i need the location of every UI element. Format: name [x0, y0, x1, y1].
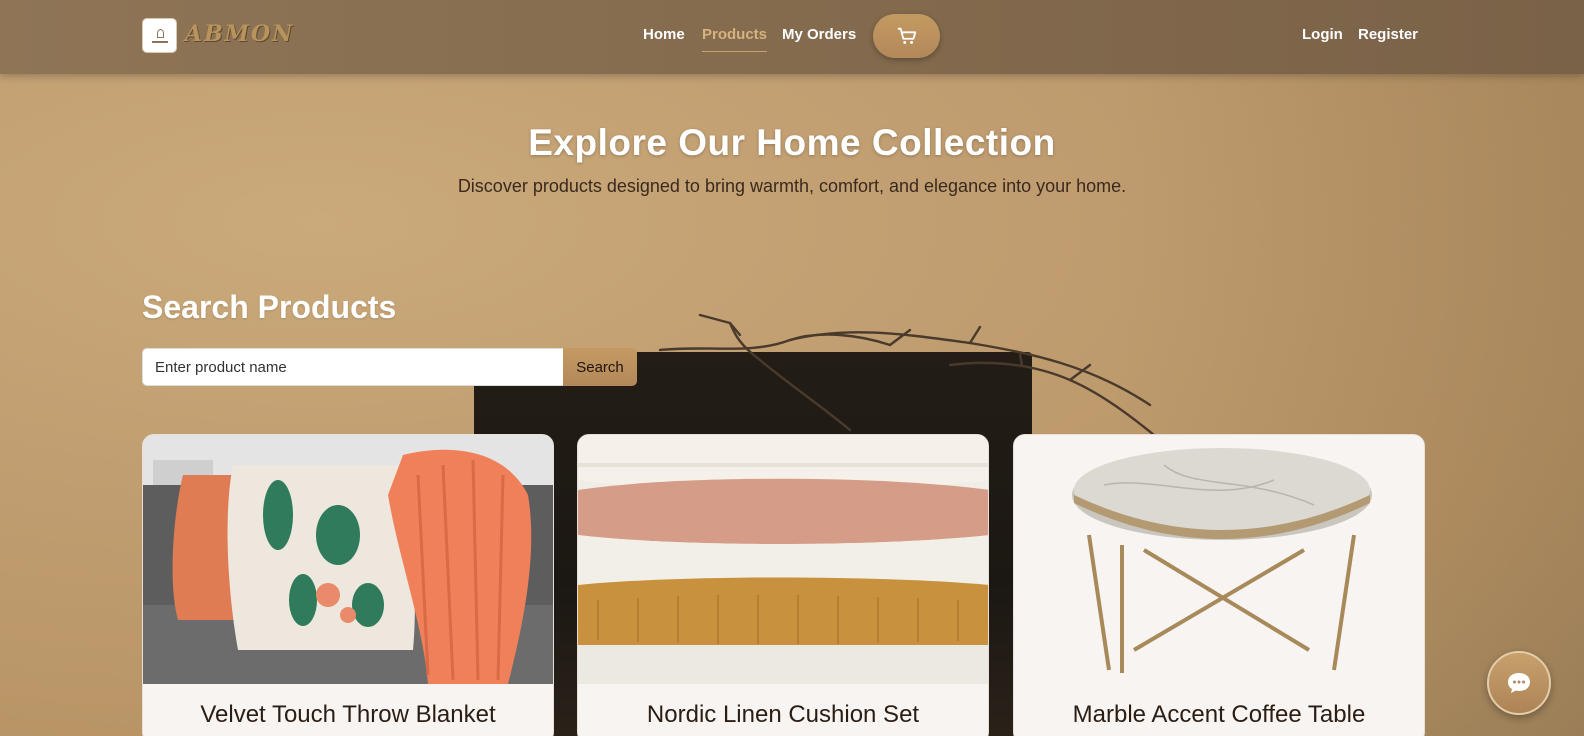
product-card-velvet-throw[interactable]: Velvet Touch Throw Blanket — [142, 434, 554, 736]
search-title: Search Products — [142, 289, 397, 325]
product-title[interactable]: Velvet Touch Throw Blanket — [143, 701, 553, 729]
product-card-marble-table[interactable]: Marble Accent Coffee Table — [1013, 434, 1425, 736]
search-input[interactable] — [142, 348, 564, 386]
product-card-nordic-linen[interactable]: Nordic Linen Cushion Set — [577, 434, 989, 736]
brand-name[interactable]: ABMON — [185, 21, 294, 47]
nav-my-orders[interactable]: My Orders — [782, 26, 856, 43]
product-image-linen-cushions[interactable] — [578, 435, 988, 684]
top-navbar: ABMON Home Products My Orders Login Regi… — [0, 0, 1584, 74]
product-title[interactable]: Nordic Linen Cushion Set — [578, 701, 988, 729]
search-button[interactable]: Search — [563, 348, 637, 386]
cart-button[interactable] — [873, 14, 940, 58]
background-branch — [658, 313, 1162, 442]
nav-home[interactable]: Home — [643, 26, 685, 43]
product-image-throw-blanket[interactable] — [143, 435, 553, 684]
chat-bubble-icon — [1508, 673, 1530, 693]
product-title[interactable]: Marble Accent Coffee Table — [1014, 701, 1424, 729]
cart-icon — [897, 27, 916, 44]
logo-icon[interactable] — [142, 18, 177, 53]
chat-button[interactable] — [1487, 651, 1551, 715]
register-link[interactable]: Register — [1358, 26, 1418, 43]
nav-products[interactable]: Products — [702, 26, 768, 52]
login-link[interactable]: Login — [1302, 26, 1343, 43]
hero-subtitle: Discover products designed to bring warm… — [457, 176, 1127, 196]
product-image-coffee-table[interactable] — [1014, 435, 1424, 684]
hero-title: Explore Our Home Collection — [528, 122, 1056, 163]
